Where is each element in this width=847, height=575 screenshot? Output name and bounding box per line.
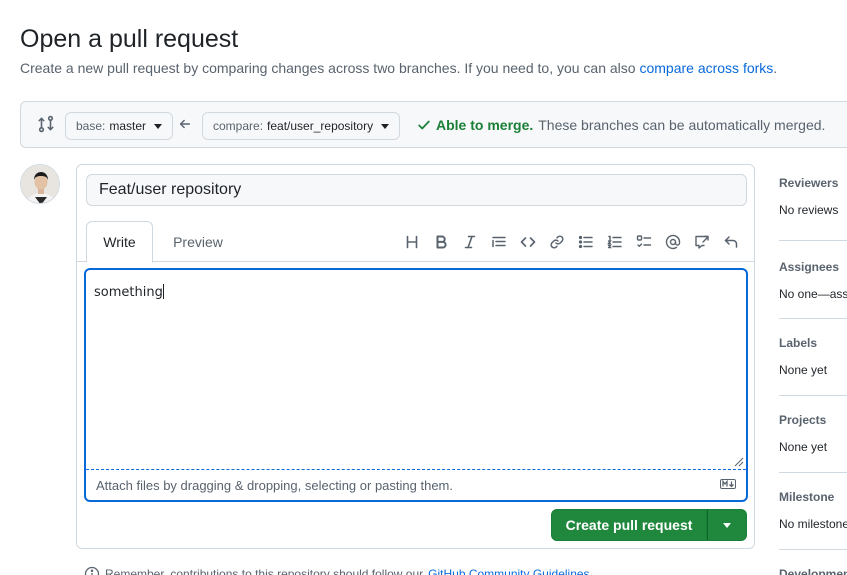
arrow-left-icon: [179, 119, 191, 129]
sidebar-heading: Labels: [779, 336, 818, 350]
user-photo: [21, 165, 59, 203]
text-cursor: [162, 284, 164, 299]
merge-status: Able to merge. These branches can be aut…: [417, 117, 825, 133]
subtitle-text: Create a new pull request by comparing c…: [20, 60, 636, 76]
sidebar-labels[interactable]: Labels None yet: [779, 336, 847, 396]
compare-prefix: compare:: [213, 119, 264, 133]
pr-body-textarea[interactable]: something Attach files by dragging & dro…: [84, 268, 748, 502]
markdown-icon[interactable]: [720, 479, 736, 489]
avatar[interactable]: [20, 164, 60, 204]
compare-arrows-icon: [38, 115, 54, 133]
create-options-dropdown[interactable]: [707, 509, 747, 541]
chevron-down-icon: [381, 123, 390, 129]
mention-icon[interactable]: [658, 233, 687, 251]
sidebar-heading: Milestone: [779, 490, 835, 504]
attach-text: Attach files by dragging & dropping, sel…: [96, 478, 453, 493]
undo-icon[interactable]: [716, 233, 745, 251]
chevron-down-icon: [723, 522, 731, 528]
sidebar-projects[interactable]: Projects None yet: [779, 413, 847, 473]
sidebar-value: No reviews: [779, 203, 839, 217]
check-icon: [418, 120, 430, 130]
branch-range-bar: base: master compare: feat/user_reposito…: [20, 101, 847, 148]
compare-branch-select[interactable]: compare: feat/user_repository: [202, 112, 401, 140]
italic-icon[interactable]: [455, 233, 484, 251]
pr-body-value: something: [94, 285, 163, 300]
bold-icon[interactable]: [426, 233, 455, 251]
compare-branch-name: feat/user_repository: [267, 119, 374, 133]
sidebar-reviewers[interactable]: Reviewers No reviews: [779, 176, 847, 241]
unordered-list-icon[interactable]: [571, 233, 600, 251]
sidebar-heading: Development: [779, 567, 847, 575]
sidebar-value: None yet: [779, 440, 828, 454]
sidebar-value: None yet: [779, 363, 828, 377]
sidebar-value: No one—ass: [779, 287, 847, 301]
sidebar-value: No milestone: [779, 517, 847, 531]
subtitle-end: .: [773, 60, 778, 76]
contribution-guidelines-note: Remember, contributions to this reposito…: [84, 566, 590, 575]
quote-icon[interactable]: [484, 233, 513, 251]
file-attachment-bar[interactable]: Attach files by dragging & dropping, sel…: [86, 469, 746, 500]
ordered-list-icon[interactable]: [600, 233, 629, 251]
sidebar-assignees[interactable]: Assignees No one—ass: [779, 260, 847, 319]
link-icon[interactable]: [542, 233, 571, 251]
create-pr-button-group: Create pull request: [551, 509, 747, 541]
pull-request-composer: Write Preview: [76, 164, 755, 549]
sidebar-heading: Reviewers: [779, 176, 839, 190]
reference-icon[interactable]: [687, 233, 716, 251]
pr-title-input[interactable]: [86, 174, 747, 206]
chevron-down-icon: [154, 123, 163, 129]
task-list-icon[interactable]: [629, 233, 658, 251]
code-icon[interactable]: [513, 233, 542, 251]
sidebar-milestone[interactable]: Milestone No milestone: [779, 490, 847, 550]
sidebar-development[interactable]: Development: [779, 567, 847, 575]
sidebar-heading: Assignees: [779, 260, 840, 274]
page-subtitle: Create a new pull request by comparing c…: [20, 60, 777, 76]
info-icon: [84, 566, 100, 575]
heading-icon[interactable]: [397, 233, 426, 251]
footer-note-text: Remember, contributions to this reposito…: [105, 567, 424, 575]
base-branch-select[interactable]: base: master: [65, 112, 174, 140]
community-guidelines-link[interactable]: GitHub Community Guidelines: [428, 567, 589, 575]
base-prefix: base:: [76, 119, 106, 133]
compare-across-forks-link[interactable]: compare across forks: [639, 60, 773, 76]
sidebar-heading: Projects: [779, 413, 827, 427]
merge-status-text: These branches can be automatically merg…: [538, 117, 826, 133]
resize-handle-icon[interactable]: [734, 457, 744, 467]
create-pull-request-button[interactable]: Create pull request: [551, 509, 707, 541]
markdown-toolbar: [397, 233, 745, 251]
merge-ok-label: Able to merge.: [436, 117, 534, 133]
tab-preview[interactable]: Preview: [163, 221, 233, 262]
pr-body-text: something: [94, 284, 164, 300]
tab-write[interactable]: Write: [86, 221, 153, 263]
page-title: Open a pull request: [20, 25, 239, 53]
base-branch-name: master: [109, 119, 147, 133]
